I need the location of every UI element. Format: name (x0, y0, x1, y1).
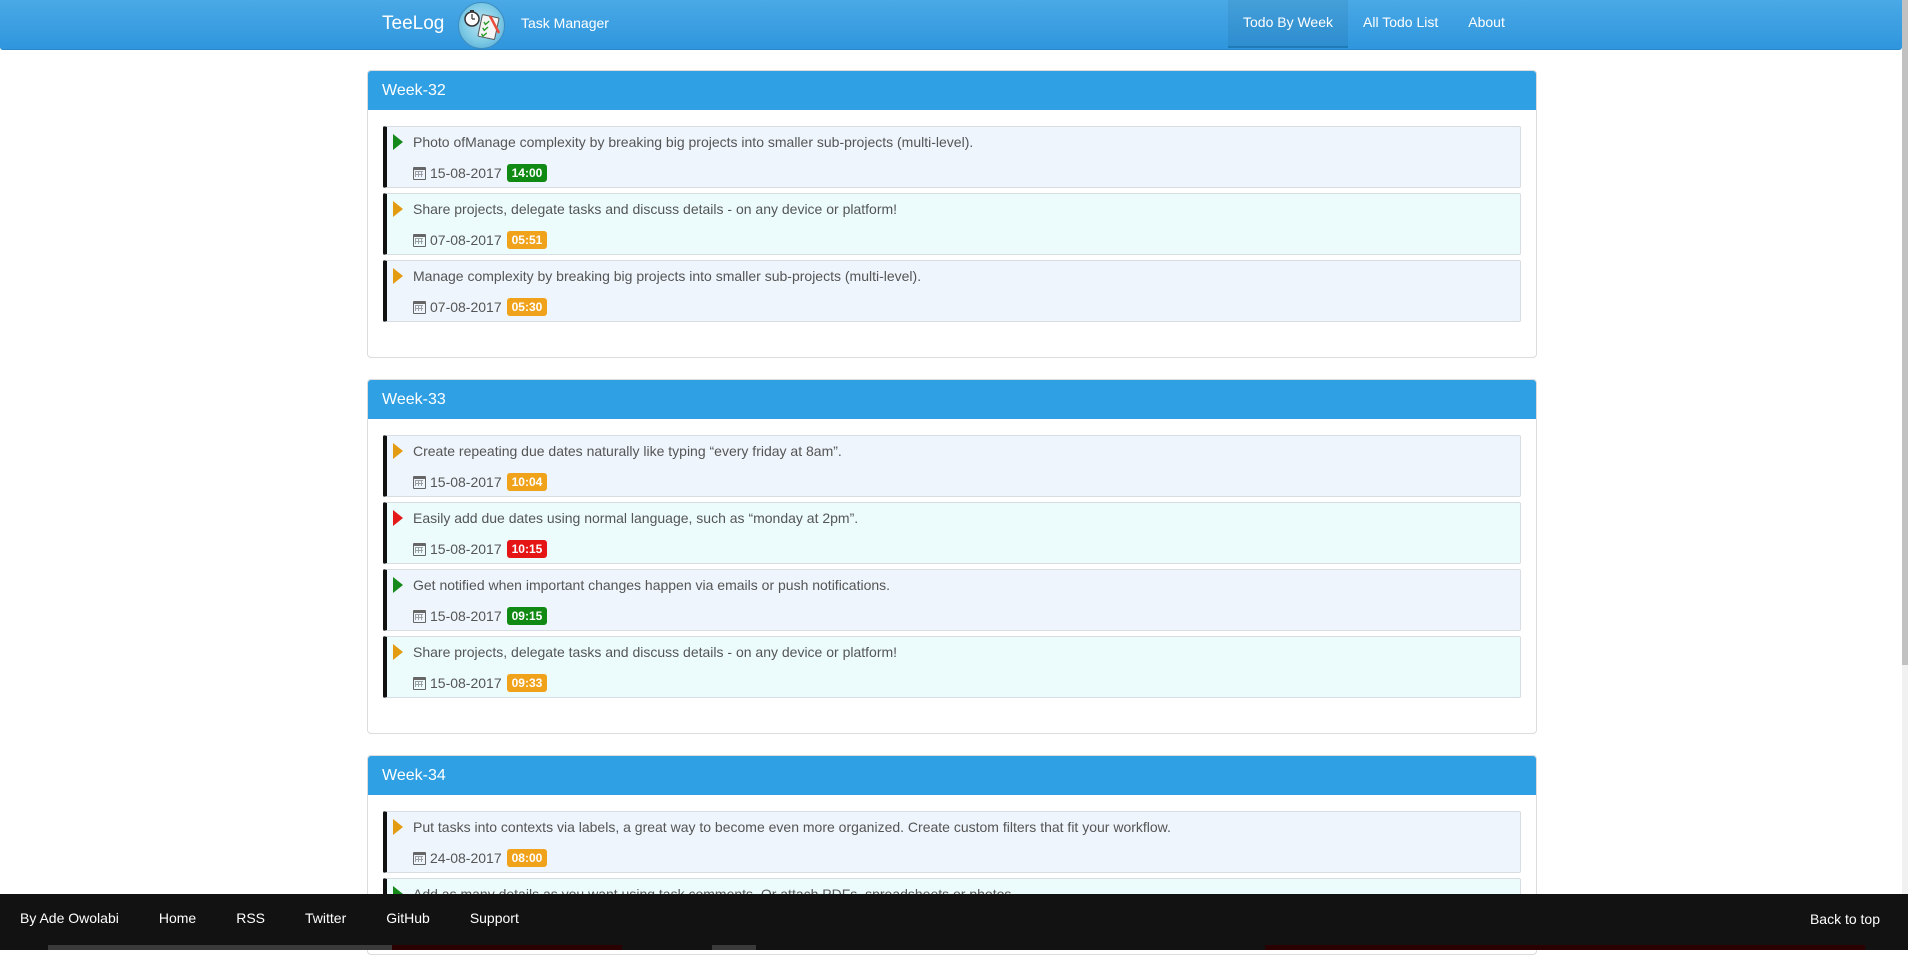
task-time-badge: 09:33 (506, 674, 548, 692)
task-text: Put tasks into contexts via labels, a gr… (413, 819, 1171, 835)
task-meta: 15-08-2017 10:15 (413, 540, 548, 558)
task-text: Manage complexity by breaking big projec… (413, 268, 922, 284)
brand-title[interactable]: TeeLog (382, 13, 444, 35)
task-time-badge: 14:00 (506, 164, 548, 182)
task-date: 15-08-2017 (430, 474, 502, 490)
calendar-icon (413, 233, 426, 247)
footer-strip (392, 945, 622, 950)
task-date: 15-08-2017 (430, 541, 502, 557)
task-date: 07-08-2017 (430, 232, 502, 248)
task-date: 15-08-2017 (430, 165, 502, 181)
priority-flag-icon (393, 268, 403, 284)
task-date: 15-08-2017 (430, 675, 502, 691)
top-navbar: TeeLog Task Manager Todo By Week All Tod… (0, 0, 1902, 50)
footer-strip (1265, 945, 1865, 950)
footer-home-link[interactable]: Home (139, 910, 216, 926)
footer-github-link[interactable]: GitHub (366, 910, 450, 926)
main-nav: Todo By Week All Todo List About (1228, 0, 1520, 50)
footer-links: By Ade Owolabi Home RSS Twitter GitHub S… (0, 894, 539, 941)
task-meta: 15-08-2017 14:00 (413, 164, 548, 182)
task-text: Photo ofManage complexity by breaking bi… (413, 134, 974, 150)
task-time-badge: 10:15 (506, 540, 548, 558)
task-item[interactable]: Get notified when important changes happ… (383, 569, 1521, 631)
task-time-badge: 08:00 (506, 849, 548, 867)
task-item[interactable]: Share projects, delegate tasks and discu… (383, 193, 1521, 255)
week-title: Week-34 (368, 756, 1536, 795)
week-title: Week-33 (368, 380, 1536, 419)
task-item[interactable]: Share projects, delegate tasks and discu… (383, 636, 1521, 698)
task-time-badge: 09:15 (506, 607, 548, 625)
task-text: Share projects, delegate tasks and discu… (413, 201, 898, 217)
calendar-icon (413, 609, 426, 623)
back-to-top-link[interactable]: Back to top (1810, 911, 1880, 927)
task-time-badge: 05:51 (506, 231, 548, 249)
scrollbar-thumb[interactable] (1902, 0, 1908, 665)
task-text: Create repeating due dates naturally lik… (413, 443, 842, 459)
priority-flag-icon (393, 819, 403, 835)
app-logo-icon (458, 2, 505, 49)
task-time-badge: 10:04 (506, 473, 548, 491)
calendar-icon (413, 475, 426, 489)
calendar-icon (413, 166, 426, 180)
task-text: Get notified when important changes happ… (413, 577, 891, 593)
footer-strip (48, 945, 392, 950)
task-item[interactable]: Put tasks into contexts via labels, a gr… (383, 811, 1521, 873)
footer-author-link[interactable]: By Ade Owolabi (0, 910, 139, 926)
calendar-icon (413, 676, 426, 690)
priority-flag-icon (393, 443, 403, 459)
priority-flag-icon (393, 201, 403, 217)
nav-todo-by-week[interactable]: Todo By Week (1228, 0, 1349, 48)
footer-rss-link[interactable]: RSS (216, 910, 285, 926)
task-text: Easily add due dates using normal langua… (413, 510, 859, 526)
task-meta: 15-08-2017 09:33 (413, 674, 548, 692)
footer-strip (712, 945, 756, 950)
task-text: Share projects, delegate tasks and discu… (413, 644, 898, 660)
task-date: 15-08-2017 (430, 608, 502, 624)
task-meta: 24-08-2017 08:00 (413, 849, 548, 867)
footer-twitter-link[interactable]: Twitter (285, 910, 366, 926)
calendar-icon (413, 851, 426, 865)
footer-support-link[interactable]: Support (450, 910, 539, 926)
task-item[interactable]: Create repeating due dates naturally lik… (383, 435, 1521, 497)
task-meta: 07-08-2017 05:51 (413, 231, 548, 249)
app-subtitle: Task Manager (521, 15, 609, 31)
task-meta: 07-08-2017 05:30 (413, 298, 548, 316)
task-item[interactable]: Easily add due dates using normal langua… (383, 502, 1521, 564)
task-time-badge: 05:30 (506, 298, 548, 316)
task-item[interactable]: Photo ofManage complexity by breaking bi… (383, 126, 1521, 188)
task-meta: 15-08-2017 10:04 (413, 473, 548, 491)
calendar-icon (413, 300, 426, 314)
priority-flag-icon (393, 644, 403, 660)
priority-flag-icon (393, 134, 403, 150)
nav-all-todo-list[interactable]: All Todo List (1348, 0, 1453, 48)
task-meta: 15-08-2017 09:15 (413, 607, 548, 625)
nav-about[interactable]: About (1453, 0, 1520, 48)
task-date: 07-08-2017 (430, 299, 502, 315)
week-panel: Week-33 Create repeating due dates natur… (367, 379, 1537, 734)
calendar-icon (413, 542, 426, 556)
page-scrollbar[interactable] (1902, 0, 1908, 894)
week-panel: Week-32 Photo ofManage complexity by bre… (367, 70, 1537, 358)
priority-flag-icon (393, 577, 403, 593)
footer-bar: By Ade Owolabi Home RSS Twitter GitHub S… (0, 894, 1908, 950)
week-title: Week-32 (368, 71, 1536, 110)
task-date: 24-08-2017 (430, 850, 502, 866)
priority-flag-icon (393, 510, 403, 526)
task-item[interactable]: Manage complexity by breaking big projec… (383, 260, 1521, 322)
